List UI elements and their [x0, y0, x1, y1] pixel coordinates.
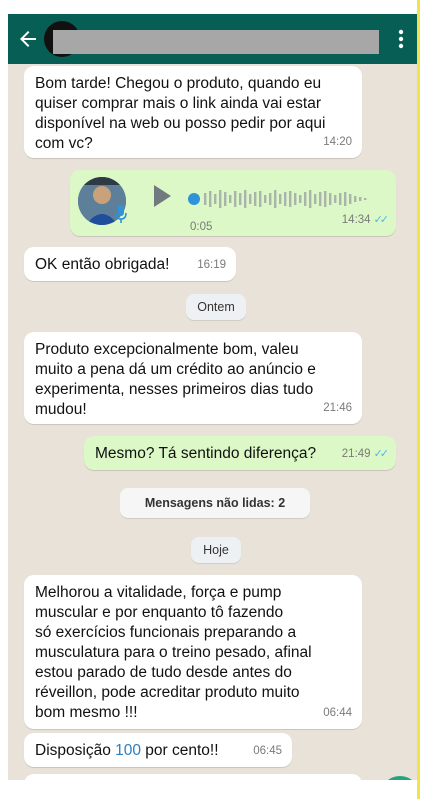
message-text: Disposição	[35, 742, 116, 759]
message-text-row: Disposição 100 por cento!!	[35, 741, 282, 761]
message-time: 16:19	[197, 259, 226, 271]
message-incoming-partial[interactable]	[24, 774, 362, 780]
edge-strip	[417, 0, 420, 799]
chat-header	[8, 14, 418, 64]
message-text: Bom tarde! Chegou o produto, quando eu q…	[35, 75, 326, 152]
message-time: 14:34	[341, 214, 371, 226]
arrow-left-icon[interactable]	[16, 27, 40, 51]
date-separator: Hoje	[191, 537, 241, 563]
unread-messages-banner: Mensagens não lidas: 2	[120, 488, 310, 518]
message-text: Produto excepcionalmente bom, valeu muit…	[35, 341, 316, 418]
scroll-down-button[interactable]	[380, 776, 418, 780]
message-time: 06:44	[323, 707, 352, 719]
chat-window: Bom tarde! Chegou o produto, quando eu q…	[8, 14, 418, 780]
message-time: 21:49	[341, 448, 371, 460]
play-icon[interactable]	[152, 184, 172, 208]
message-time: 21:46	[323, 402, 352, 414]
read-ticks-icon: ✓✓	[373, 214, 390, 226]
message-incoming[interactable]: Produto excepcionalmente bom, valeu muit…	[24, 332, 362, 424]
contact-name-redacted[interactable]	[53, 30, 379, 54]
microphone-icon	[115, 205, 127, 223]
message-incoming[interactable]: Melhorou a vitalidade, força e pump musc…	[24, 575, 362, 729]
message-text: por cento!!	[141, 742, 219, 759]
message-incoming[interactable]: OK então obrigada! 16:19	[24, 247, 236, 281]
voice-duration: 0:05	[190, 221, 213, 233]
date-separator: Ontem	[186, 294, 246, 320]
read-ticks-icon: ✓✓	[373, 448, 390, 460]
message-number-link[interactable]: 100	[115, 742, 141, 759]
message-incoming[interactable]: Disposição 100 por cento!! 06:45	[24, 733, 292, 767]
message-time-row: 21:49 ✓✓	[341, 444, 390, 464]
audio-waveform[interactable]	[188, 188, 388, 210]
more-vert-icon[interactable]	[392, 28, 410, 50]
message-time-row: 14:34 ✓✓	[341, 210, 390, 230]
voice-message[interactable]: 0:05 14:34 ✓✓	[70, 170, 396, 236]
message-outgoing[interactable]: Mesmo? Tá sentindo diferença? 21:49 ✓✓	[84, 436, 396, 470]
message-time: 14:20	[323, 136, 352, 148]
message-text: Melhorou a vitalidade, força e pump musc…	[35, 584, 312, 721]
message-incoming[interactable]: Bom tarde! Chegou o produto, quando eu q…	[24, 66, 362, 158]
message-time: 06:45	[253, 745, 282, 757]
